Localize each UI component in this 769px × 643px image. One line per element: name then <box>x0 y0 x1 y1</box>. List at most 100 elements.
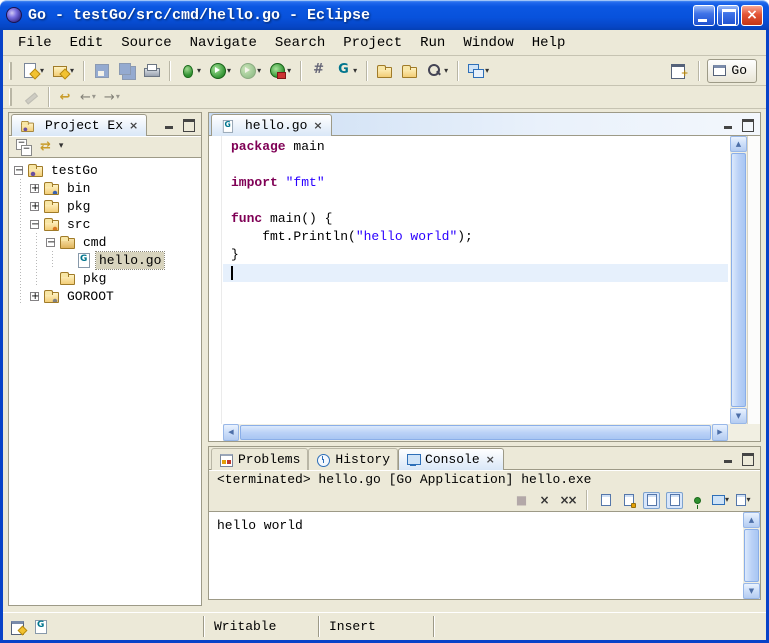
close-button[interactable]: × <box>741 5 763 26</box>
scrollbar-thumb[interactable] <box>744 529 759 582</box>
toolbar-grip[interactable] <box>9 88 13 106</box>
last-edit-location-button[interactable]: ↩ <box>55 85 75 109</box>
code-area[interactable]: package main import "fmt" func main() { … <box>223 138 728 424</box>
scroll-down-button[interactable]: ▼ <box>743 583 760 599</box>
collapse-all-button[interactable] <box>15 138 32 155</box>
code-line[interactable]: func main() { <box>223 210 728 228</box>
overview-ruler[interactable] <box>747 136 760 424</box>
tree-item-goroot[interactable]: +GOROOT <box>13 287 201 305</box>
tree-item-src[interactable]: −src <box>13 215 201 233</box>
show-console-on-output-button[interactable] <box>666 492 683 509</box>
open-resource-button[interactable] <box>373 59 396 83</box>
tree-expander-expand-icon[interactable]: + <box>30 202 39 211</box>
chevron-down-icon[interactable]: ▾ <box>725 496 729 504</box>
menu-run[interactable]: Run <box>411 32 454 54</box>
new-go-package-button[interactable] <box>307 59 330 83</box>
menu-window[interactable]: Window <box>454 32 522 54</box>
chevron-down-icon[interactable]: ▾ <box>116 93 120 101</box>
pin-console-button[interactable] <box>689 492 706 509</box>
remove-all-launches-button[interactable]: ×× <box>559 492 576 509</box>
menu-search[interactable]: Search <box>266 32 334 54</box>
back-button[interactable]: ←▾ <box>77 85 99 109</box>
pin-editor-button[interactable] <box>19 85 42 109</box>
code-line[interactable] <box>223 264 728 282</box>
open-console-button[interactable]: ▾ <box>735 492 752 509</box>
run-last-button[interactable]: ▾ <box>236 59 264 83</box>
maximize-button[interactable] <box>717 5 739 26</box>
minimize-view-button[interactable] <box>721 452 736 465</box>
chevron-down-icon[interactable]: ▾ <box>444 67 448 75</box>
view-menu-button[interactable]: ▾ <box>59 142 64 151</box>
new-go-element-button[interactable]: ▾ <box>332 59 360 83</box>
editor-horizontal-scrollbar[interactable]: ◀ ▶ <box>223 424 728 441</box>
menu-edit[interactable]: Edit <box>61 32 113 54</box>
open-project-button[interactable] <box>398 59 421 83</box>
annotation-ruler[interactable] <box>209 136 222 424</box>
minimize-button[interactable] <box>693 5 715 26</box>
tree-expander-collapse-icon[interactable]: − <box>46 238 55 247</box>
scroll-down-button[interactable]: ▼ <box>730 408 747 424</box>
toolbar-grip[interactable] <box>9 62 13 80</box>
maximize-view-button[interactable] <box>181 118 196 131</box>
tab-console[interactable]: Console× <box>398 448 504 470</box>
go-trim-icon[interactable] <box>33 619 49 634</box>
tree-expander-expand-icon[interactable]: + <box>30 184 39 193</box>
tree-expander-collapse-icon[interactable]: − <box>14 166 23 175</box>
tree-item-bin[interactable]: +bin <box>13 179 201 197</box>
tree-expander-expand-icon[interactable]: + <box>30 292 39 301</box>
tab-hello-go[interactable]: hello.go × <box>211 114 332 136</box>
display-selected-console-button[interactable]: ▾ <box>712 492 729 509</box>
chevron-down-icon[interactable]: ▾ <box>287 67 291 75</box>
tree-item-pkg[interactable]: +pkg <box>13 197 201 215</box>
external-tools-button[interactable]: ▾ <box>266 59 294 83</box>
minimize-view-button[interactable] <box>162 118 177 131</box>
link-with-editor-button[interactable]: ⇄ <box>40 140 51 153</box>
clear-console-button[interactable] <box>597 492 614 509</box>
code-line[interactable]: fmt.Println("hello world"); <box>223 228 728 246</box>
tree-item-pkg[interactable]: pkg <box>13 269 201 287</box>
menu-project[interactable]: Project <box>334 32 411 54</box>
code-line[interactable]: package main <box>223 138 728 156</box>
chevron-down-icon[interactable]: ▾ <box>746 496 750 504</box>
terminate-button[interactable]: ■ <box>513 492 530 509</box>
close-icon[interactable]: × <box>128 119 139 132</box>
forward-button[interactable]: →▾ <box>101 85 123 109</box>
code-line[interactable]: } <box>223 246 728 264</box>
code-line[interactable] <box>223 156 728 174</box>
tab-history[interactable]: History <box>308 448 398 470</box>
code-line[interactable]: import "fmt" <box>223 174 728 192</box>
tree-expander-collapse-icon[interactable]: − <box>30 220 39 229</box>
save-all-button[interactable] <box>115 59 138 83</box>
remove-launch-button[interactable]: × <box>536 492 553 509</box>
open-perspective-button[interactable] <box>667 59 690 83</box>
tab-problems[interactable]: Problems <box>211 448 308 470</box>
maximize-view-button[interactable] <box>740 118 755 131</box>
save-button[interactable] <box>90 59 113 83</box>
scroll-left-button[interactable]: ◀ <box>223 424 239 441</box>
new-wizard-button[interactable]: ▾ <box>19 59 47 83</box>
fast-view-icon[interactable] <box>10 619 26 634</box>
scrollbar-thumb[interactable] <box>240 425 711 440</box>
chevron-down-icon[interactable]: ▾ <box>92 93 96 101</box>
menu-navigate[interactable]: Navigate <box>181 32 266 54</box>
menu-file[interactable]: File <box>9 32 61 54</box>
run-button[interactable]: ▾ <box>206 59 234 83</box>
scroll-up-button[interactable]: ▲ <box>730 136 747 152</box>
scroll-up-button[interactable]: ▲ <box>743 512 760 528</box>
scroll-lock-button[interactable] <box>620 492 637 509</box>
console-output[interactable]: hello world <box>209 512 743 599</box>
chevron-down-icon[interactable]: ▾ <box>197 67 201 75</box>
chevron-down-icon[interactable]: ▾ <box>353 67 357 75</box>
scrollbar-thumb[interactable] <box>731 153 746 407</box>
print-button[interactable] <box>140 59 163 83</box>
maximize-view-button[interactable] <box>740 452 755 465</box>
menu-help[interactable]: Help <box>523 32 575 54</box>
menu-source[interactable]: Source <box>112 32 180 54</box>
tree-item-cmd[interactable]: −cmd <box>13 233 201 251</box>
editor-vertical-scrollbar[interactable]: ▲ ▼ <box>730 136 747 424</box>
word-wrap-button[interactable] <box>643 492 660 509</box>
scroll-right-button[interactable]: ▶ <box>712 424 728 441</box>
code-line[interactable] <box>223 192 728 210</box>
team-sync-button[interactable]: ▾ <box>464 59 492 83</box>
tree-item-testgo[interactable]: −testGo <box>13 161 201 179</box>
